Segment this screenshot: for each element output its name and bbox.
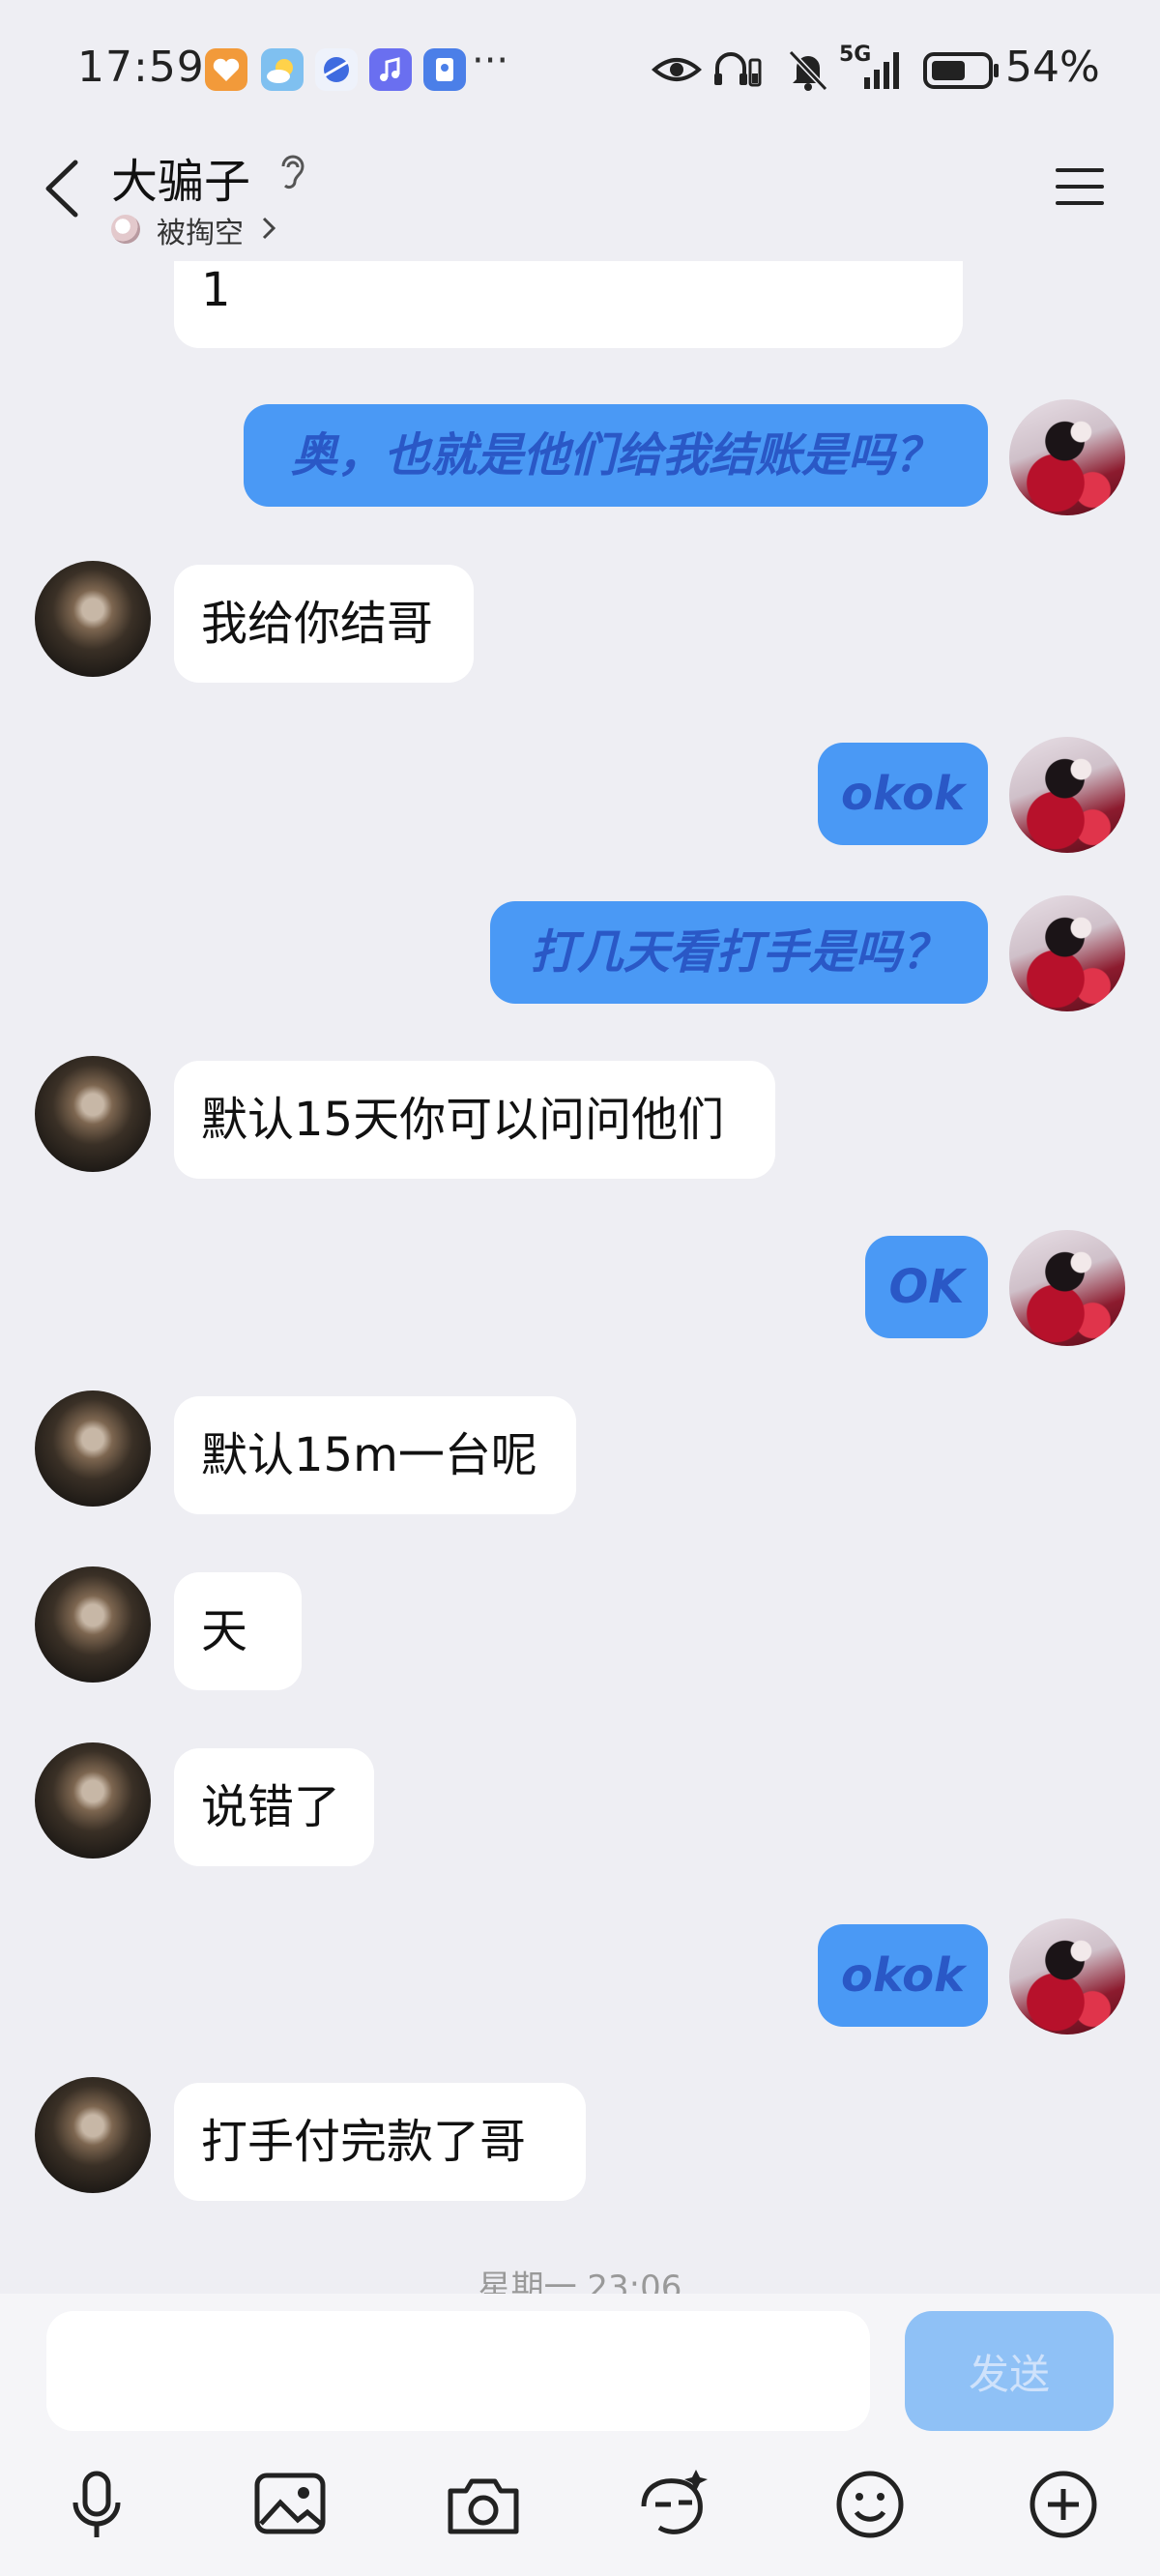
my-avatar[interactable] bbox=[1009, 737, 1125, 853]
emoji-icon[interactable] bbox=[829, 2464, 911, 2545]
message-text: 打几天看打手是吗？ bbox=[530, 925, 948, 980]
status-time: 17:59 bbox=[77, 43, 205, 92]
message-bubble-incoming[interactable]: 打手付完款了哥 bbox=[174, 2083, 586, 2201]
health-app-icon bbox=[205, 48, 247, 91]
message-text: 说错了 bbox=[201, 1780, 341, 1834]
contact-avatar[interactable] bbox=[35, 561, 151, 677]
message-bubble-incoming[interactable]: 1 bbox=[174, 261, 963, 348]
vault-app-icon bbox=[423, 48, 466, 91]
chat-screen: 17:59 ··· 5G 54% 大骗子 被掏空 1 奥，也就是他们给我结账是吗… bbox=[0, 0, 1160, 2576]
mute-bell-icon bbox=[788, 49, 828, 92]
message-bubble-outgoing[interactable]: 打几天看打手是吗？ bbox=[490, 901, 988, 1004]
contact-avatar[interactable] bbox=[35, 1390, 151, 1507]
more-notifications-icon: ··· bbox=[472, 39, 509, 83]
back-arrow-icon[interactable] bbox=[35, 155, 93, 222]
my-avatar[interactable] bbox=[1009, 399, 1125, 515]
camera-icon[interactable] bbox=[443, 2464, 524, 2545]
my-avatar[interactable] bbox=[1009, 1918, 1125, 2034]
signal-icon bbox=[864, 52, 899, 89]
browser-app-icon bbox=[315, 48, 358, 91]
status-bar: 17:59 ··· 5G 54% bbox=[0, 0, 1160, 135]
message-bubble-incoming[interactable]: 默认15天你可以问问他们 bbox=[174, 1061, 775, 1179]
message-bubble-outgoing[interactable]: OK bbox=[865, 1236, 988, 1338]
contact-avatar[interactable] bbox=[35, 2077, 151, 2193]
message-input[interactable] bbox=[46, 2311, 870, 2431]
eye-icon bbox=[652, 58, 702, 81]
message-text: 默认15天你可以问问他们 bbox=[201, 1093, 725, 1147]
battery-percent: 54% bbox=[1005, 43, 1100, 92]
message-text: okok bbox=[840, 767, 966, 821]
my-avatar[interactable] bbox=[1009, 895, 1125, 1011]
contact-avatar[interactable] bbox=[35, 1056, 151, 1172]
message-bubble-outgoing[interactable]: 奥，也就是他们给我结账是吗？ bbox=[244, 404, 988, 507]
message-text: 天 bbox=[201, 1604, 248, 1658]
message-text: okok bbox=[840, 1948, 966, 2003]
contact-avatar[interactable] bbox=[35, 1742, 151, 1859]
headphone-battery-icon bbox=[714, 52, 762, 87]
message-bubble-outgoing[interactable]: okok bbox=[818, 743, 988, 845]
message-bubble-incoming[interactable]: 默认15m一台呢 bbox=[174, 1396, 576, 1514]
message-text: 1 bbox=[201, 263, 231, 317]
plus-icon[interactable] bbox=[1023, 2464, 1104, 2545]
music-app-icon bbox=[369, 48, 412, 91]
message-text: OK bbox=[888, 1260, 965, 1314]
ear-icon[interactable] bbox=[276, 151, 310, 193]
chevron-right-icon[interactable] bbox=[259, 215, 278, 242]
weather-app-icon bbox=[261, 48, 304, 91]
message-text: 奥，也就是他们给我结账是吗？ bbox=[290, 428, 941, 483]
message-bubble-incoming[interactable]: 说错了 bbox=[174, 1748, 374, 1866]
message-bubble-outgoing[interactable]: okok bbox=[818, 1924, 988, 2027]
message-bubble-incoming[interactable]: 天 bbox=[174, 1572, 302, 1690]
image-icon[interactable] bbox=[249, 2464, 331, 2545]
message-text: 打手付完款了哥 bbox=[201, 2115, 527, 2169]
chat-title: 大骗子 bbox=[111, 155, 251, 209]
message-bubble-incoming[interactable]: 我给你结哥 bbox=[174, 565, 474, 683]
menu-icon[interactable] bbox=[1054, 164, 1106, 209]
status-avatar bbox=[111, 215, 140, 244]
message-text: 我给你结哥 bbox=[201, 597, 434, 651]
status-text[interactable]: 被掏空 bbox=[157, 209, 244, 251]
microphone-icon[interactable] bbox=[56, 2464, 137, 2545]
sticker-icon[interactable] bbox=[632, 2464, 713, 2545]
battery-icon bbox=[923, 52, 999, 89]
my-avatar[interactable] bbox=[1009, 1230, 1125, 1346]
contact-avatar[interactable] bbox=[35, 1566, 151, 1683]
send-button[interactable]: 发送 bbox=[905, 2311, 1114, 2431]
message-text: 默认15m一台呢 bbox=[201, 1428, 537, 1482]
